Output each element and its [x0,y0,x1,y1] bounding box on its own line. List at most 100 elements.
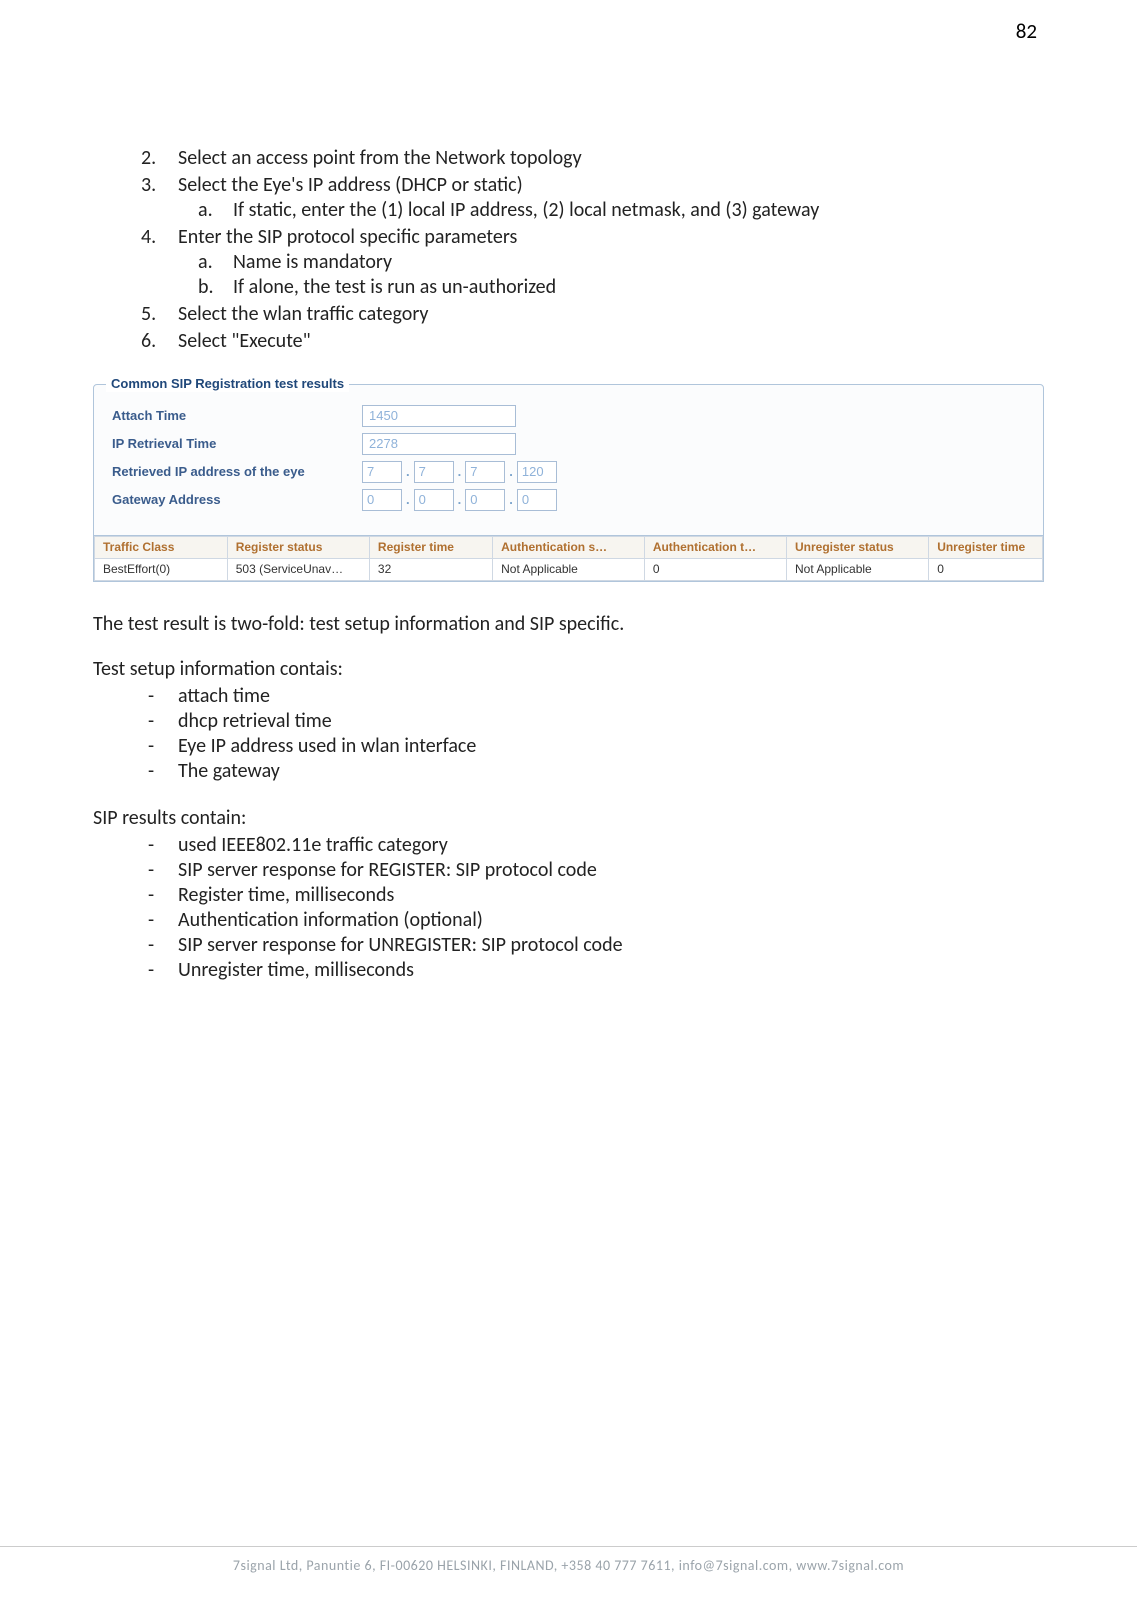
ip-octet-2[interactable]: 7 [414,461,454,483]
col-auth-time[interactable]: Authentication t… [644,537,786,559]
results-table-wrap: Traffic Class Register status Register t… [94,535,1043,581]
list-item: -Register time, milliseconds [93,883,1044,908]
dash-bullet: - [148,858,154,883]
page-footer: 7signal Ltd, Panuntie 6, FI-00620 HELSIN… [0,1546,1137,1574]
step-6: 6.Select "Execute" [93,329,1044,354]
step-number: 6. [141,329,156,354]
ip-retrieval-label: IP Retrieval Time [112,436,362,452]
list-text: Eye IP address used in wlan interface [178,734,476,758]
list-item: -The gateway [93,759,1044,784]
dash-bullet: - [148,684,154,709]
page-number: 82 [1016,18,1037,44]
step-number: 3. [141,173,156,198]
sip-results-header: SIP results contain: [93,806,1044,831]
col-unregister-time[interactable]: Unregister time [929,537,1043,559]
step-number: 4. [141,225,156,250]
ip-dot: . [406,492,410,508]
substep-letter: a. [198,198,213,223]
document-page: 82 2.Select an access point from the Net… [0,0,1137,1598]
setup-info-list: -attach time -dhcp retrieval time -Eye I… [93,684,1044,784]
list-item: -SIP server response for REGISTER: SIP p… [93,858,1044,883]
col-auth-status[interactable]: Authentication s… [493,537,645,559]
gw-octet-2[interactable]: 0 [414,489,454,511]
sip-results-list: -used IEEE802.11e traffic category -SIP … [93,833,1044,983]
fieldset-legend: Common SIP Registration test results [106,376,349,392]
explanation-section: The test result is two-fold: test setup … [93,612,1044,983]
gateway-label: Gateway Address [112,492,362,508]
step-2: 2.Select an access point from the Networ… [93,146,1044,171]
step-4b: b. If alone, the test is run as un-author… [178,275,1044,300]
list-item: -dhcp retrieval time [93,709,1044,734]
dash-bullet: - [148,933,154,958]
step-5: 5. Select the wlan traffic category [93,302,1044,327]
list-text: SIP server response for REGISTER: SIP pr… [178,858,597,882]
step-3: 3. Select the Eye's IP address (DHCP or s… [93,173,1044,223]
attach-time-field[interactable]: 1450 [362,405,516,427]
results-panel: Common SIP Registration test results Att… [93,384,1044,582]
list-item: -Eye IP address used in wlan interface [93,734,1044,759]
dash-bullet: - [148,958,154,983]
cell-unregister-time: 0 [929,559,1043,581]
list-text: used IEEE802.11e traffic category [178,833,448,857]
ip-dot: . [509,464,513,480]
ip-octet-3[interactable]: 7 [465,461,505,483]
attach-time-label: Attach Time [112,408,362,424]
cell-traffic-class: BestEffort(0) [95,559,228,581]
retrieved-ip-label: Retrieved IP address of the eye [112,464,362,480]
list-item: -Authentication information (optional) [93,908,1044,933]
gw-octet-1[interactable]: 0 [362,489,402,511]
list-text: Unregister time, milliseconds [178,958,414,982]
attach-time-row: Attach Time 1450 [112,405,1025,427]
ip-retrieval-field[interactable]: 2278 [362,433,516,455]
col-register-status[interactable]: Register status [227,537,369,559]
dash-bullet: - [148,734,154,759]
step-4: 4. Enter the SIP protocol specific parame… [93,225,1044,300]
step-text: Select the Eye's IP address (DHCP or sta… [178,173,523,197]
col-register-time[interactable]: Register time [369,537,492,559]
list-text: dhcp retrieval time [178,709,332,733]
list-item: -used IEEE802.11e traffic category [93,833,1044,858]
step-text: Select the wlan traffic category [178,302,428,326]
step-4a: a.Name is mandatory [178,250,1044,275]
gateway-field[interactable]: 0. 0. 0. 0 [362,489,557,511]
list-text: Authentication information (optional) [178,908,483,932]
substep-text: If alone, the test is run as un-authoriz… [233,275,556,299]
ip-octet-1[interactable]: 7 [362,461,402,483]
ip-octet-4[interactable]: 120 [517,461,557,483]
retrieved-ip-field[interactable]: 7. 7. 7. 120 [362,461,557,483]
dash-bullet: - [148,709,154,734]
list-text: Register time, milliseconds [178,883,394,907]
substep-letter: a. [198,250,213,275]
results-fieldset: Common SIP Registration test results Att… [94,385,1043,535]
gw-octet-3[interactable]: 0 [465,489,505,511]
list-item: -Unregister time, milliseconds [93,958,1044,983]
main-content: 2.Select an access point from the Networ… [93,146,1044,983]
results-table: Traffic Class Register status Register t… [94,536,1043,581]
step-text: Enter the SIP protocol specific paramete… [178,225,517,249]
list-text: SIP server response for UNREGISTER: SIP … [178,933,623,957]
col-traffic-class[interactable]: Traffic Class [95,537,228,559]
substep-text: If static, enter the (1) local IP addres… [233,198,819,222]
cell-unregister-status: Not Applicable [787,559,929,581]
dash-bullet: - [148,908,154,933]
setup-info-header: Test setup information contais: [93,657,1044,682]
step-3a: a. If static, enter the (1) local IP addr… [178,198,1044,223]
list-text: attach time [178,684,270,708]
col-unregister-status[interactable]: Unregister status [787,537,929,559]
table-row[interactable]: BestEffort(0) 503 (ServiceUnav… 32 Not A… [95,559,1043,581]
numbered-steps: 2.Select an access point from the Networ… [93,146,1044,354]
gateway-row: Gateway Address 0. 0. 0. 0 [112,489,1025,511]
table-header-row: Traffic Class Register status Register t… [95,537,1043,559]
cell-auth-time: 0 [644,559,786,581]
gw-octet-4[interactable]: 0 [517,489,557,511]
step-number: 5. [141,302,156,327]
substeps: a.Name is mandatory b. If alone, the test… [178,250,1044,300]
cell-register-status: 503 (ServiceUnav… [227,559,369,581]
ip-dot: . [458,492,462,508]
ip-retrieval-row: IP Retrieval Time 2278 [112,433,1025,455]
substep-letter: b. [198,275,214,300]
ip-dot: . [406,464,410,480]
ip-dot: . [509,492,513,508]
step-text: Select an access point from the Network … [178,146,582,170]
substeps: a. If static, enter the (1) local IP addr… [178,198,1044,223]
